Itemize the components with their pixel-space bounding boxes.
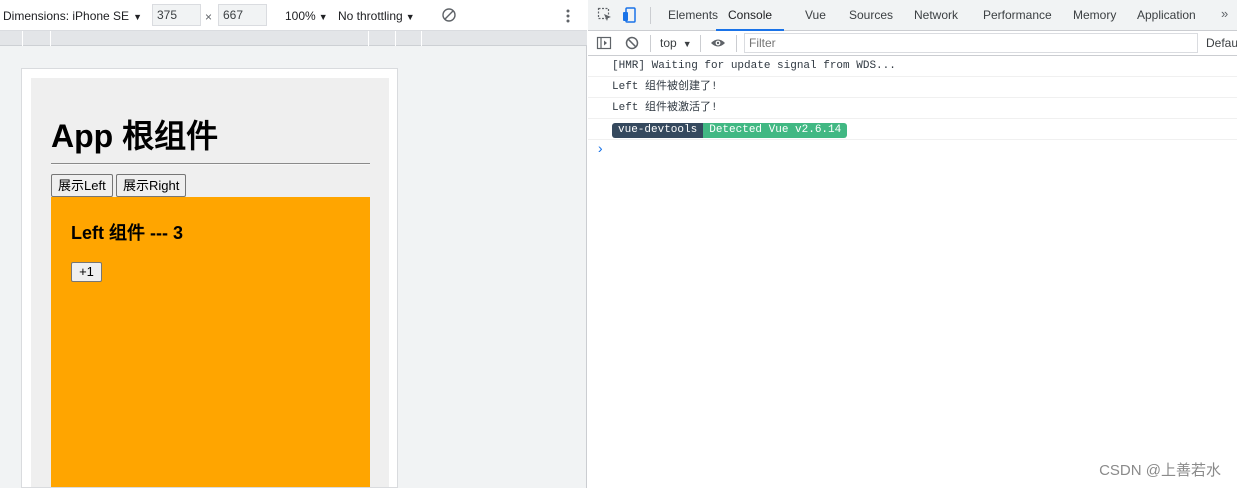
zoom-label: 100% [285,9,316,23]
chevron-down-icon: ▼ [133,12,142,22]
chevron-down-icon: ▼ [405,12,415,22]
rotate-icon[interactable] [441,7,457,23]
toolbar-separator [700,35,701,52]
ruler-marker [395,31,396,46]
vue-version-badge: Detected Vue v2.6.14 [703,123,848,138]
console-message: Left 组件被创建了! [588,77,1237,98]
tab-elements[interactable]: Elements [668,0,718,31]
media-query-ruler [0,31,587,46]
devtools-tab-bar: Elements Console Vue Sources Network Per… [588,0,1237,31]
throttling-dropdown[interactable]: No throttling ▼ [338,9,415,23]
device-dimensions-dropdown[interactable]: Dimensions: iPhone SE ▼ [3,9,142,23]
clear-console-icon[interactable] [624,35,640,51]
devtools-panel: Elements Console Vue Sources Network Per… [588,0,1237,488]
emulated-viewport: App 根组件 展示Left 展示Right Left 组件 --- 3 +1 [21,68,398,488]
console-log: [HMR] Waiting for update signal from WDS… [588,56,1237,140]
more-tabs-icon[interactable]: » [1221,6,1228,21]
sidebar-toggle-icon[interactable] [596,35,612,51]
toolbar-separator [736,35,737,52]
device-emulation-pane: Dimensions: iPhone SE▼ × 100%▼ No thrott… [0,0,587,488]
tab-vue[interactable]: Vue [805,0,826,31]
tab-network[interactable]: Network [914,0,958,31]
throttling-label: No throttling [338,9,403,23]
tab-application[interactable]: Application [1137,0,1196,31]
left-component: Left 组件 --- 3 +1 [51,197,370,487]
watermark: CSDN @上善若水 [1099,462,1221,479]
tab-sources[interactable]: Sources [849,0,893,31]
ruler-marker [22,31,23,46]
tab-memory[interactable]: Memory [1073,0,1116,31]
ruler-marker [50,31,51,46]
ruler-marker [368,31,369,46]
tab-performance[interactable]: Performance [983,0,1052,31]
device-toolbar-toggle-icon[interactable] [622,7,638,23]
more-options-icon[interactable] [561,7,575,25]
zoom-dropdown[interactable]: 100% ▼ [285,9,328,23]
vue-devtools-badge-label: vue-devtools [612,123,704,138]
times-sign: × [205,10,213,24]
console-toolbar: top ▼ Defau [588,31,1237,56]
device-toolbar: Dimensions: iPhone SE▼ × 100%▼ No thrott… [0,0,587,31]
device-height-input[interactable] [218,4,267,26]
ruler-marker [421,31,422,46]
increment-button[interactable]: +1 [71,262,102,282]
console-message: Left 组件被激活了! [588,98,1237,119]
chevron-down-icon: ▼ [682,39,692,49]
vue-devtools-badge: vue-devtools Detected Vue v2.6.14 [612,123,848,138]
console-filter-input[interactable] [744,33,1198,53]
device-width-input[interactable] [152,4,201,26]
divider [51,163,370,165]
tab-console[interactable]: Console [716,0,785,31]
browser-window: Dimensions: iPhone SE▼ × 100%▼ No thrott… [0,0,1237,488]
show-left-button[interactable]: 展示Left [51,174,113,197]
toolbar-separator [650,7,651,24]
app-title: App 根组件 [51,118,219,154]
device-dimensions-label: Dimensions: iPhone SE [3,9,130,23]
console-message: vue-devtools Detected Vue v2.6.14 [588,119,1237,140]
eye-icon[interactable] [710,35,726,51]
left-component-title: Left 组件 --- 3 [71,223,183,243]
console-prompt-icon[interactable]: › [596,142,604,158]
show-right-button[interactable]: 展示Right [116,174,187,197]
log-levels-dropdown[interactable]: Defau [1206,36,1237,50]
context-selector[interactable]: top ▼ [660,36,692,50]
console-message: [HMR] Waiting for update signal from WDS… [588,56,1237,77]
toolbar-separator [650,35,651,52]
inspect-element-icon[interactable] [597,7,613,23]
app-root-component: App 根组件 展示Left 展示Right Left 组件 --- 3 +1 [31,78,389,487]
context-label: top [660,36,677,50]
chevron-down-icon: ▼ [318,12,328,22]
